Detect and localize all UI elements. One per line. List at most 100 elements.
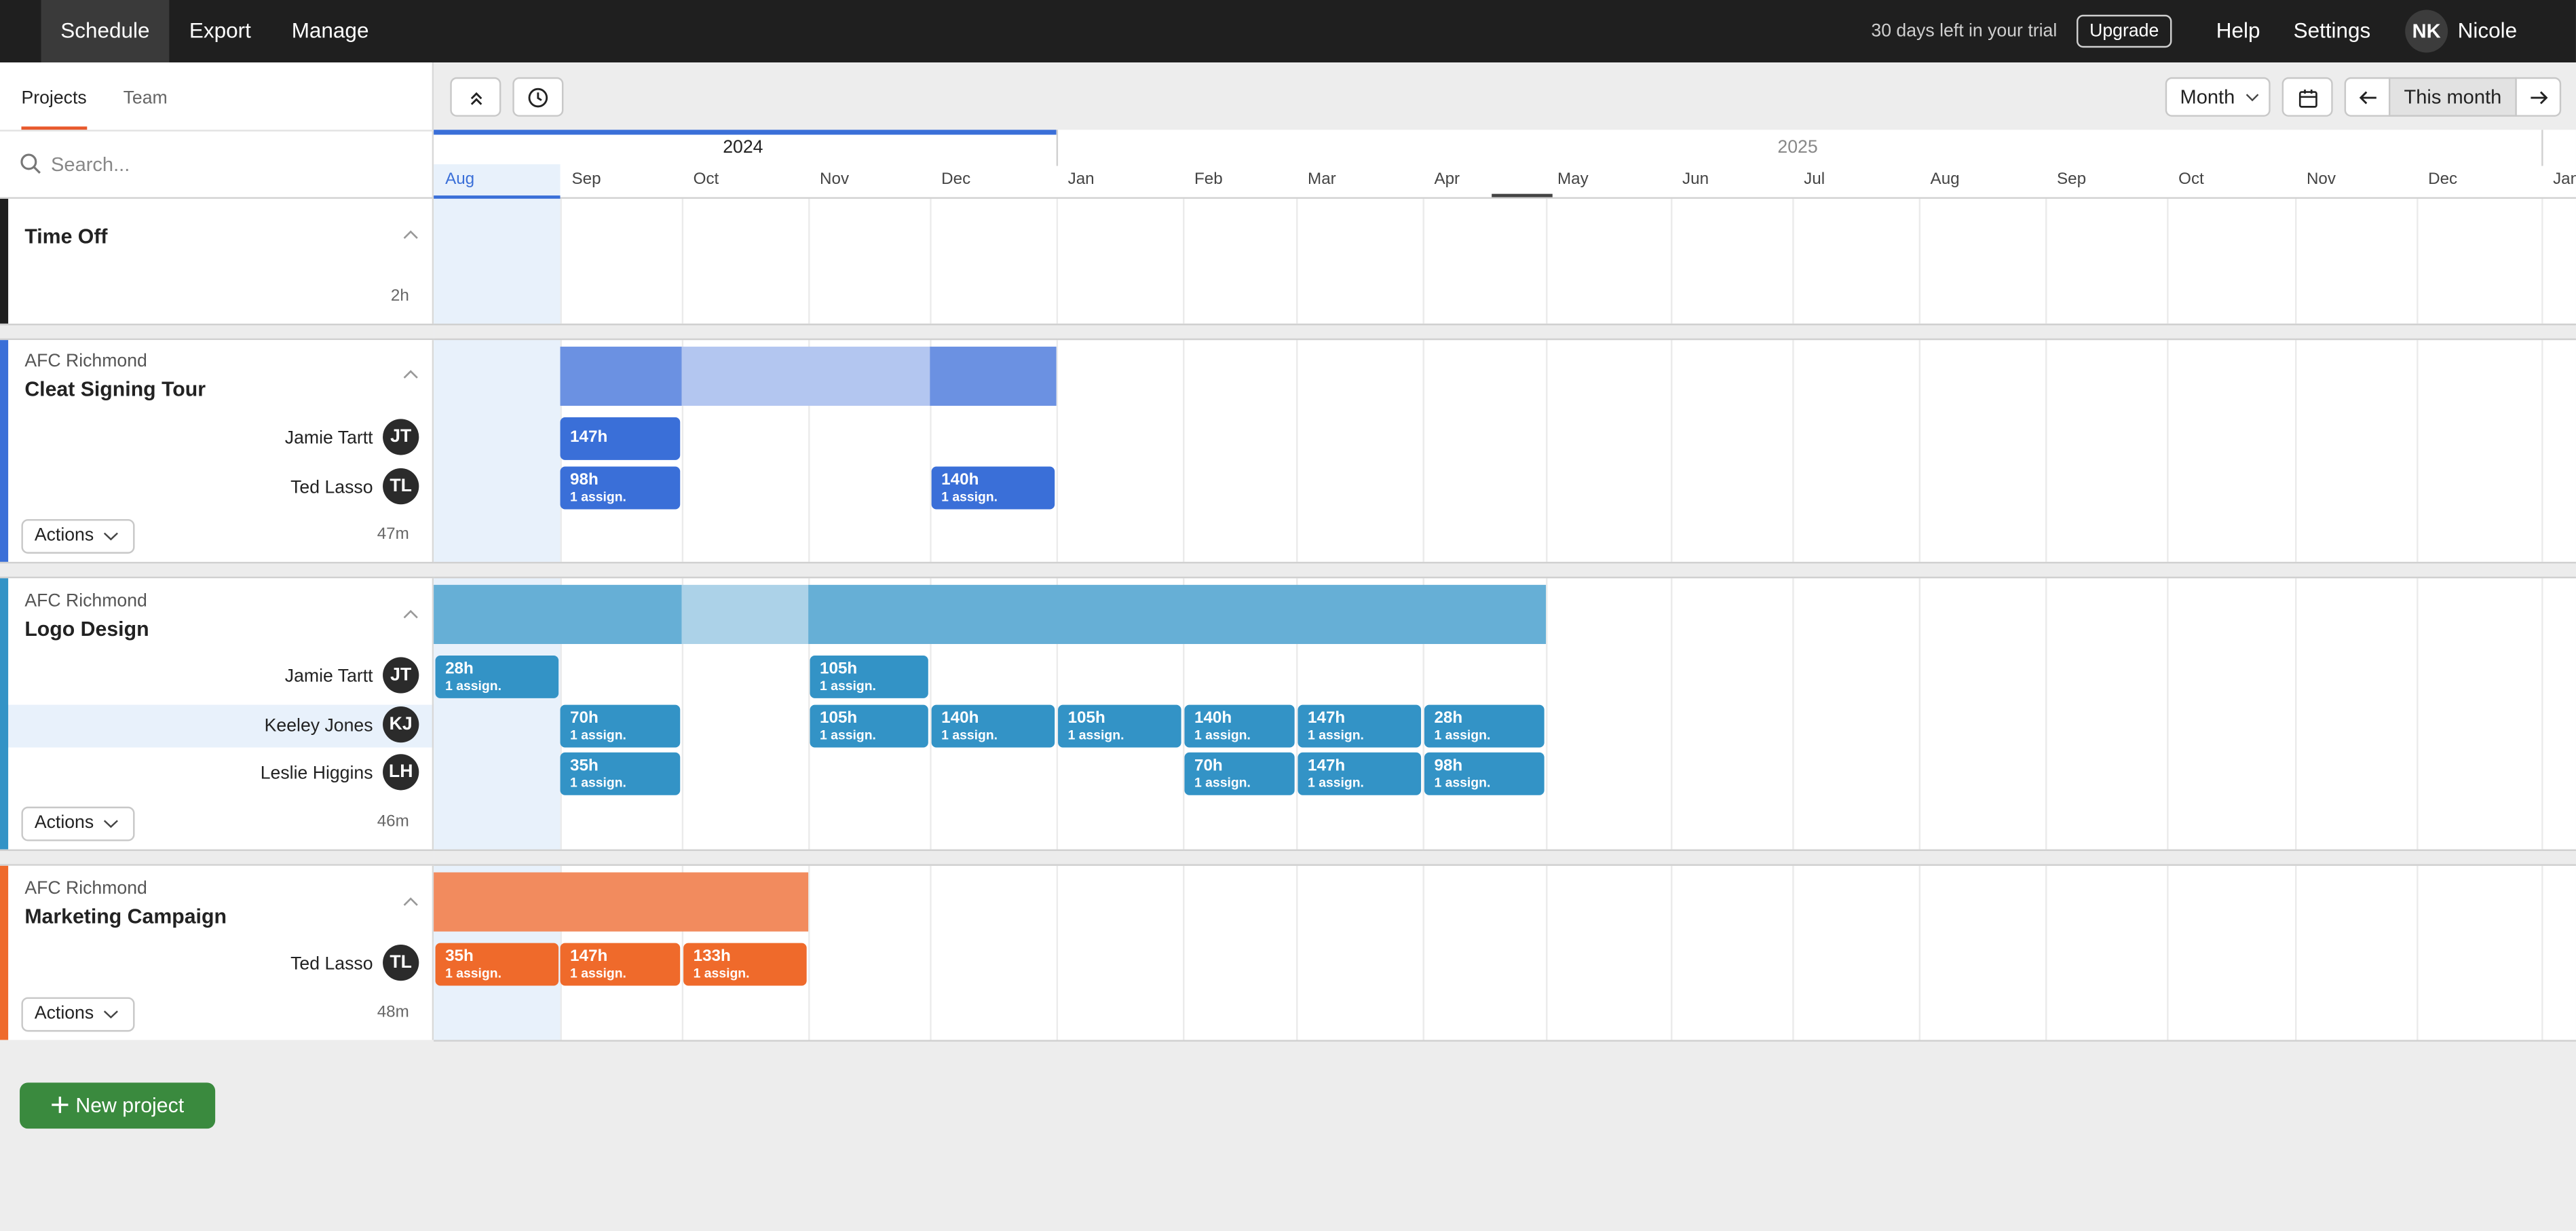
- project-client: AFC Richmond: [24, 591, 147, 611]
- assignment-hours: 140h: [941, 471, 979, 490]
- assignment-block[interactable]: 140h 1 assign.: [931, 466, 1055, 510]
- chevron-up-icon[interactable]: [402, 897, 419, 907]
- assignment-count: 1 assign.: [693, 966, 750, 981]
- actions-button[interactable]: Actions: [21, 806, 135, 841]
- help-link[interactable]: Help: [2216, 0, 2260, 62]
- chevron-up-icon[interactable]: [402, 609, 419, 620]
- assignment-hours: 35h: [570, 757, 599, 776]
- search-icon: [20, 153, 41, 174]
- project-title[interactable]: Logo Design: [24, 618, 149, 641]
- assignment-block[interactable]: 98h 1 assign.: [1424, 752, 1545, 795]
- nav-tab-manage[interactable]: Manage: [276, 0, 385, 62]
- assignment-block[interactable]: 98h 1 assign.: [560, 466, 681, 510]
- assignment-block[interactable]: 147h 1 assign.: [1298, 752, 1422, 795]
- assignment-hours: 98h: [1434, 757, 1463, 776]
- person-name: Ted Lasso: [290, 954, 373, 974]
- chevron-down-icon: [2246, 94, 2258, 102]
- nav-tab-export[interactable]: Export: [171, 0, 269, 62]
- project-panel: AFC Richmond Logo Design Jamie Tartt JT …: [0, 578, 434, 850]
- person-name: Keeley Jones: [264, 716, 373, 736]
- upgrade-button[interactable]: Upgrade: [2077, 14, 2172, 48]
- assignment-block[interactable]: 35h 1 assign.: [560, 752, 681, 795]
- assignment-block[interactable]: 105h 1 assign.: [1058, 704, 1181, 748]
- actions-button[interactable]: Actions: [21, 519, 135, 554]
- project-duration: 46m: [377, 813, 409, 831]
- month-label: Nov: [2306, 170, 2336, 189]
- history-button[interactable]: [512, 77, 564, 117]
- month-label: Oct: [2178, 170, 2204, 189]
- chevron-down-icon: [103, 532, 118, 541]
- today-marker: [1492, 193, 1553, 197]
- month-label: Feb: [1194, 170, 1223, 189]
- month-label: Jun: [1682, 170, 1709, 189]
- time-off-title: Time Off: [24, 225, 108, 248]
- month-label: Dec: [941, 170, 971, 189]
- assignment-block[interactable]: 105h 1 assign.: [810, 704, 928, 748]
- project-client: AFC Richmond: [24, 352, 147, 372]
- person-name: Leslie Higgins: [260, 763, 373, 784]
- project-timeline-bar[interactable]: [560, 346, 682, 406]
- assignment-hours: 140h: [941, 709, 979, 728]
- project-timeline-bar[interactable]: [930, 346, 1057, 406]
- assignment-block[interactable]: 70h 1 assign.: [560, 704, 681, 748]
- timeline-grid: 147h 98h 1 assign. 140h 1 assign. 28h 1 a…: [434, 198, 2576, 1042]
- assignment-block[interactable]: 35h 1 assign.: [435, 943, 559, 986]
- nav-tab-schedule[interactable]: Schedule: [41, 0, 170, 62]
- timeline-header: 2024 2025 Aug Sep Oct Nov Dec Jan Feb Ma…: [434, 130, 2576, 199]
- avatar: JT: [383, 419, 419, 455]
- chevron-down-icon: [103, 1010, 118, 1019]
- assignment-hours: 70h: [570, 709, 599, 728]
- assignment-block[interactable]: 140h 1 assign.: [1184, 704, 1295, 748]
- user-avatar[interactable]: NK: [2405, 10, 2448, 53]
- month-label: Oct: [693, 170, 719, 189]
- assignment-block[interactable]: 70h 1 assign.: [1184, 752, 1295, 795]
- project-timeline-bar[interactable]: [434, 872, 809, 932]
- time-off-panel: Time Off 2h: [0, 198, 434, 324]
- this-month-button[interactable]: This month: [2388, 77, 2517, 117]
- assignment-hours: 35h: [445, 947, 474, 966]
- clock-icon: [528, 88, 548, 109]
- avatar: TL: [383, 945, 419, 981]
- assignment-block[interactable]: 147h: [560, 417, 681, 460]
- assignment-count: 1 assign.: [1434, 727, 1491, 743]
- assignment-block[interactable]: 105h 1 assign.: [810, 655, 928, 698]
- assignment-count: 1 assign.: [570, 727, 626, 743]
- tab-projects[interactable]: Projects: [21, 62, 87, 130]
- assignment-hours: 133h: [693, 947, 731, 966]
- assignment-block[interactable]: 147h 1 assign.: [560, 943, 681, 986]
- chevron-up-icon[interactable]: [402, 370, 419, 380]
- actions-button[interactable]: Actions: [21, 997, 135, 1032]
- assignment-block[interactable]: 28h 1 assign.: [435, 655, 559, 698]
- chevron-up-icon[interactable]: [402, 230, 419, 240]
- project-title[interactable]: Marketing Campaign: [24, 905, 227, 928]
- project-title[interactable]: Cleat Signing Tour: [24, 378, 206, 401]
- project-timeline-bar[interactable]: [681, 346, 930, 406]
- assignment-block[interactable]: 133h 1 assign.: [683, 943, 807, 986]
- month-label: Jul: [1804, 170, 1825, 189]
- assignment-count: 1 assign.: [820, 727, 876, 743]
- search-input[interactable]: [51, 147, 413, 181]
- project-timeline-bar[interactable]: [434, 584, 682, 644]
- new-project-button[interactable]: New project: [20, 1082, 216, 1129]
- double-chevron-up-icon: [470, 92, 482, 105]
- date-picker-button[interactable]: [2281, 77, 2333, 117]
- assignment-block[interactable]: 147h 1 assign.: [1298, 704, 1422, 748]
- tab-team[interactable]: Team: [124, 62, 168, 130]
- collapse-all-button[interactable]: [450, 77, 501, 117]
- view-select[interactable]: Month: [2165, 77, 2271, 117]
- prev-period-button[interactable]: [2344, 77, 2391, 117]
- month-label: Jan: [2553, 170, 2576, 189]
- month-label: Aug: [445, 170, 475, 189]
- arrow-right-icon: [2530, 92, 2547, 105]
- tabs-divider: [0, 130, 434, 132]
- assignment-block[interactable]: 28h 1 assign.: [1424, 704, 1545, 748]
- assignment-block[interactable]: 140h 1 assign.: [931, 704, 1055, 748]
- settings-link[interactable]: Settings: [2294, 0, 2371, 62]
- project-client: AFC Richmond: [24, 879, 147, 899]
- assignment-hours: 28h: [445, 660, 474, 679]
- project-timeline-bar[interactable]: [681, 584, 809, 644]
- next-period-button[interactable]: [2515, 77, 2562, 117]
- project-timeline-bar[interactable]: [808, 584, 1547, 644]
- user-name[interactable]: Nicole: [2458, 0, 2517, 62]
- project-color-bar: [0, 340, 9, 562]
